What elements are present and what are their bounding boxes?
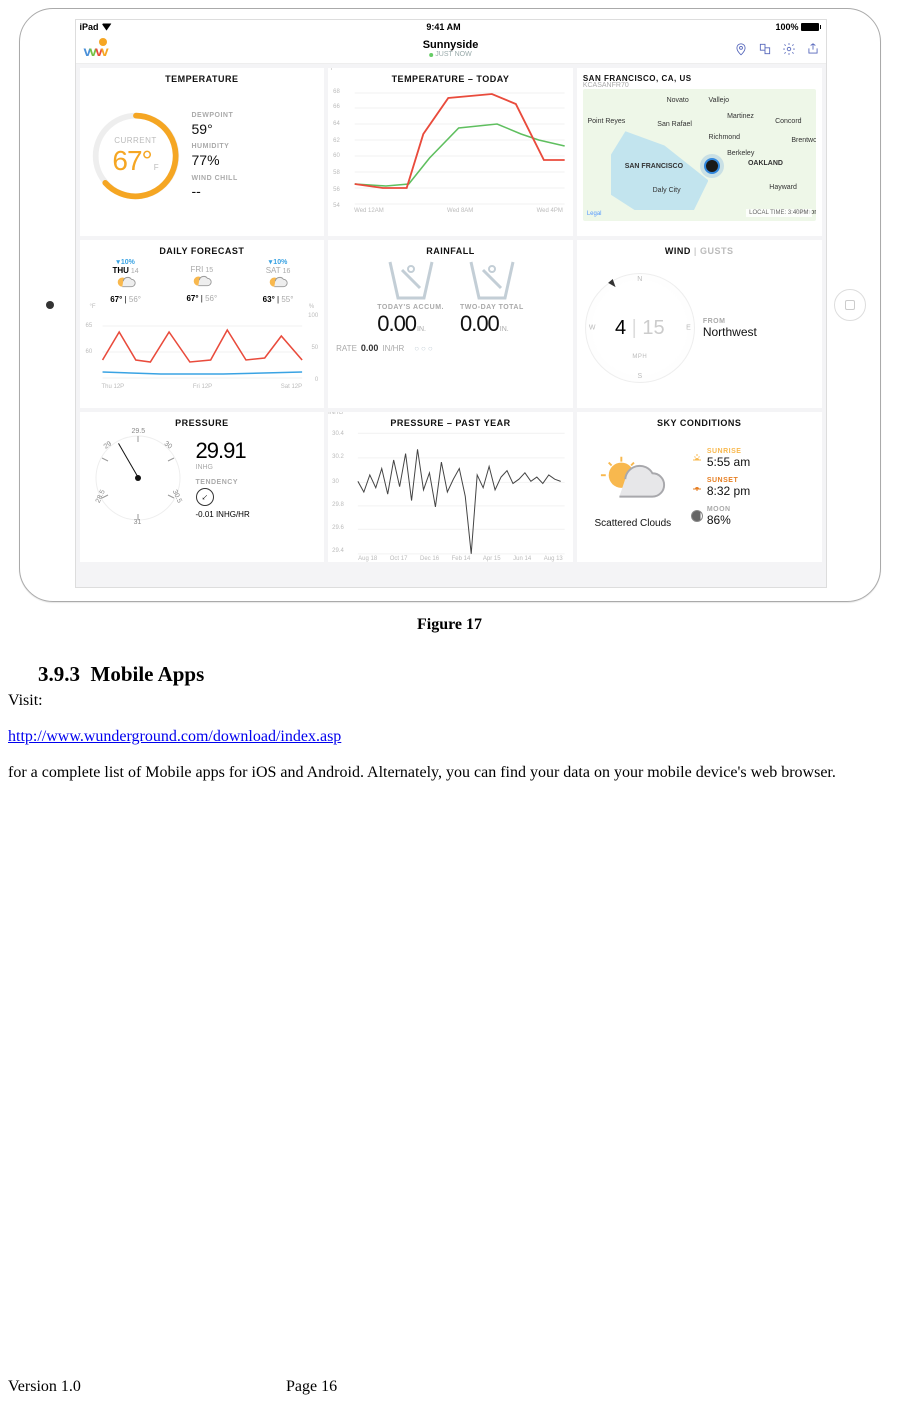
gear-icon[interactable] [782, 42, 796, 56]
body-visit: Visit: [8, 691, 891, 711]
dashboard-grid: TEMPERATURE CURRENT 67°F DEWPOINT [76, 64, 826, 566]
map-localtime: LOCAL TIME: 3:40PM [746, 209, 811, 217]
rain-today-value: 0.00 [377, 311, 416, 336]
sunset-time: 8:32 pm [707, 484, 750, 498]
location-icon[interactable] [734, 42, 748, 56]
status-clock: 9:41 AM [426, 22, 460, 32]
temp-value: 67° [112, 145, 151, 176]
raindrop-icon: ▾ [269, 258, 273, 266]
card-pressure-year[interactable]: INHG PRESSURE – PAST YEAR 30.4 30.2 30 2… [328, 412, 573, 562]
page-footer: Version 1.0 Page 16 [0, 1378, 899, 1396]
wind-gust: 15 [642, 317, 664, 339]
rain-2day-value: 0.00 [460, 311, 499, 336]
wind-compass: NSEW 4 | 15 MPH [585, 273, 695, 383]
app-header: vvvv Sunnyside JUST NOW [76, 34, 826, 64]
sky-icon: Scattered Clouds [585, 453, 681, 529]
wind-arrow-icon [608, 279, 618, 289]
card-title: PRESSURE – PAST YEAR [336, 418, 565, 428]
dewpoint-value: 59° [192, 121, 238, 138]
partly-cloudy-icon [191, 274, 213, 290]
bucket-icon [465, 260, 519, 300]
card-rainfall[interactable]: RAINFALL TODAY'S ACCUM. 0.00IN. TWO-DAY … [328, 240, 573, 408]
current-label: CURRENT [114, 136, 157, 145]
share-icon[interactable] [806, 42, 820, 56]
pressure-value: 29.91 [196, 438, 250, 464]
tendency-value: -0.01 INHG/HR [196, 510, 250, 519]
page-number: Page 16 [286, 1378, 337, 1396]
wind-speed: 4 [615, 317, 626, 339]
ipad-home-button [834, 289, 866, 321]
temp-today-chart: 68 66 64 62 60 58 56 54 [336, 88, 565, 208]
carrier-label: iPad [80, 22, 99, 32]
map-canvas[interactable]: Novato Vallejo Point Reyes San Rafael Ma… [583, 89, 816, 221]
sky-description: Scattered Clouds [585, 518, 681, 529]
moon-pct: 86% [707, 513, 731, 527]
card-sky[interactable]: SKY CONDITIONS Scattered Clouds SUNRISE5… [577, 412, 822, 562]
download-link[interactable]: http://www.wunderground.com/download/ind… [8, 728, 341, 745]
version-label: Version 1.0 [8, 1378, 81, 1396]
card-title: TEMPERATURE [88, 74, 317, 84]
humidity-value: 77% [192, 152, 238, 169]
card-temp-today[interactable]: °F TEMPERATURE – TODAY 68 66 64 62 60 58… [328, 68, 573, 236]
section-heading: 3.9.3 Mobile Apps [38, 662, 891, 687]
droplet-icon: ○○○ [414, 344, 435, 353]
card-title: RAINFALL [336, 246, 565, 256]
temperature-stats: DEWPOINT 59° HUMIDITY 77% WIND CHILL -- [192, 112, 238, 200]
temp-unit: F [154, 163, 159, 172]
card-title: SKY CONDITIONS [585, 418, 814, 428]
ipad-camera-icon [46, 301, 54, 309]
card-title: TEMPERATURE – TODAY [336, 74, 565, 84]
partly-cloudy-icon [115, 275, 137, 291]
body-paragraph: for a complete list of Mobile apps for i… [8, 763, 891, 783]
battery-icon [801, 23, 821, 31]
map-marker-icon [704, 158, 720, 174]
status-bar: iPad 9:41 AM 100% [76, 20, 826, 34]
card-forecast[interactable]: DAILY FORECAST ▾10% THU 14 67° | 56° FRI… [80, 240, 325, 408]
wind-direction: Northwest [703, 325, 757, 339]
moon-icon [691, 510, 703, 522]
layers-icon[interactable] [758, 42, 772, 56]
card-title: WIND | GUSTS [585, 246, 814, 256]
trend-down-icon: ↓ [192, 484, 217, 509]
card-title: PRESSURE [88, 418, 317, 428]
rain-rate-value: 0.00 [361, 343, 379, 353]
location-title[interactable]: Sunnyside JUST NOW [423, 39, 479, 58]
temperature-gauge: CURRENT 67°F [88, 108, 184, 204]
card-temperature[interactable]: TEMPERATURE CURRENT 67°F DEWPOINT [80, 68, 325, 236]
windchill-value: -- [192, 183, 238, 200]
wifi-icon [102, 23, 112, 30]
sunrise-icon [691, 452, 703, 464]
partly-cloudy-icon [267, 275, 289, 291]
figure-caption: Figure 17 [8, 616, 891, 634]
location-name: Sunnyside [423, 39, 479, 51]
raindrop-icon: ▾ [116, 258, 120, 266]
ipad-screen: iPad 9:41 AM 100% vvvv Sunnyside JUST NO… [75, 19, 827, 588]
forecast-days: ▾10% THU 14 67° | 56° FRI 15 67° | 56° ▾… [88, 258, 317, 304]
battery-label: 100% [775, 22, 798, 32]
card-map[interactable]: SAN FRANCISCO, CA, US KCASANFR70 Novato … [577, 68, 822, 236]
last-updated: JUST NOW [435, 51, 471, 58]
bucket-icon [384, 260, 438, 300]
status-dot-icon [429, 53, 433, 57]
wunderground-logo-icon[interactable]: vvvv [82, 39, 108, 59]
pressure-year-chart: 30.4 30.2 30 29.8 29.6 29.4 [336, 428, 565, 556]
ipad-frame: iPad 9:41 AM 100% vvvv Sunnyside JUST NO… [19, 8, 881, 602]
forecast-chart: 6560 100500 [88, 312, 317, 384]
pressure-gauge: 28.5 29 29.5 30 30.5 31 [88, 428, 188, 528]
map-legal-link[interactable]: Legal [587, 211, 602, 217]
sunset-icon [691, 481, 703, 493]
card-wind[interactable]: WIND | GUSTS NSEW 4 | 15 MPH FROM Northw… [577, 240, 822, 408]
sunrise-time: 5:55 am [707, 455, 750, 469]
card-title: DAILY FORECAST [88, 246, 317, 256]
card-pressure[interactable]: PRESSURE 28.5 29 29.5 30 30.5 31 [80, 412, 325, 562]
station-id: KCASANFR70 [583, 82, 816, 89]
